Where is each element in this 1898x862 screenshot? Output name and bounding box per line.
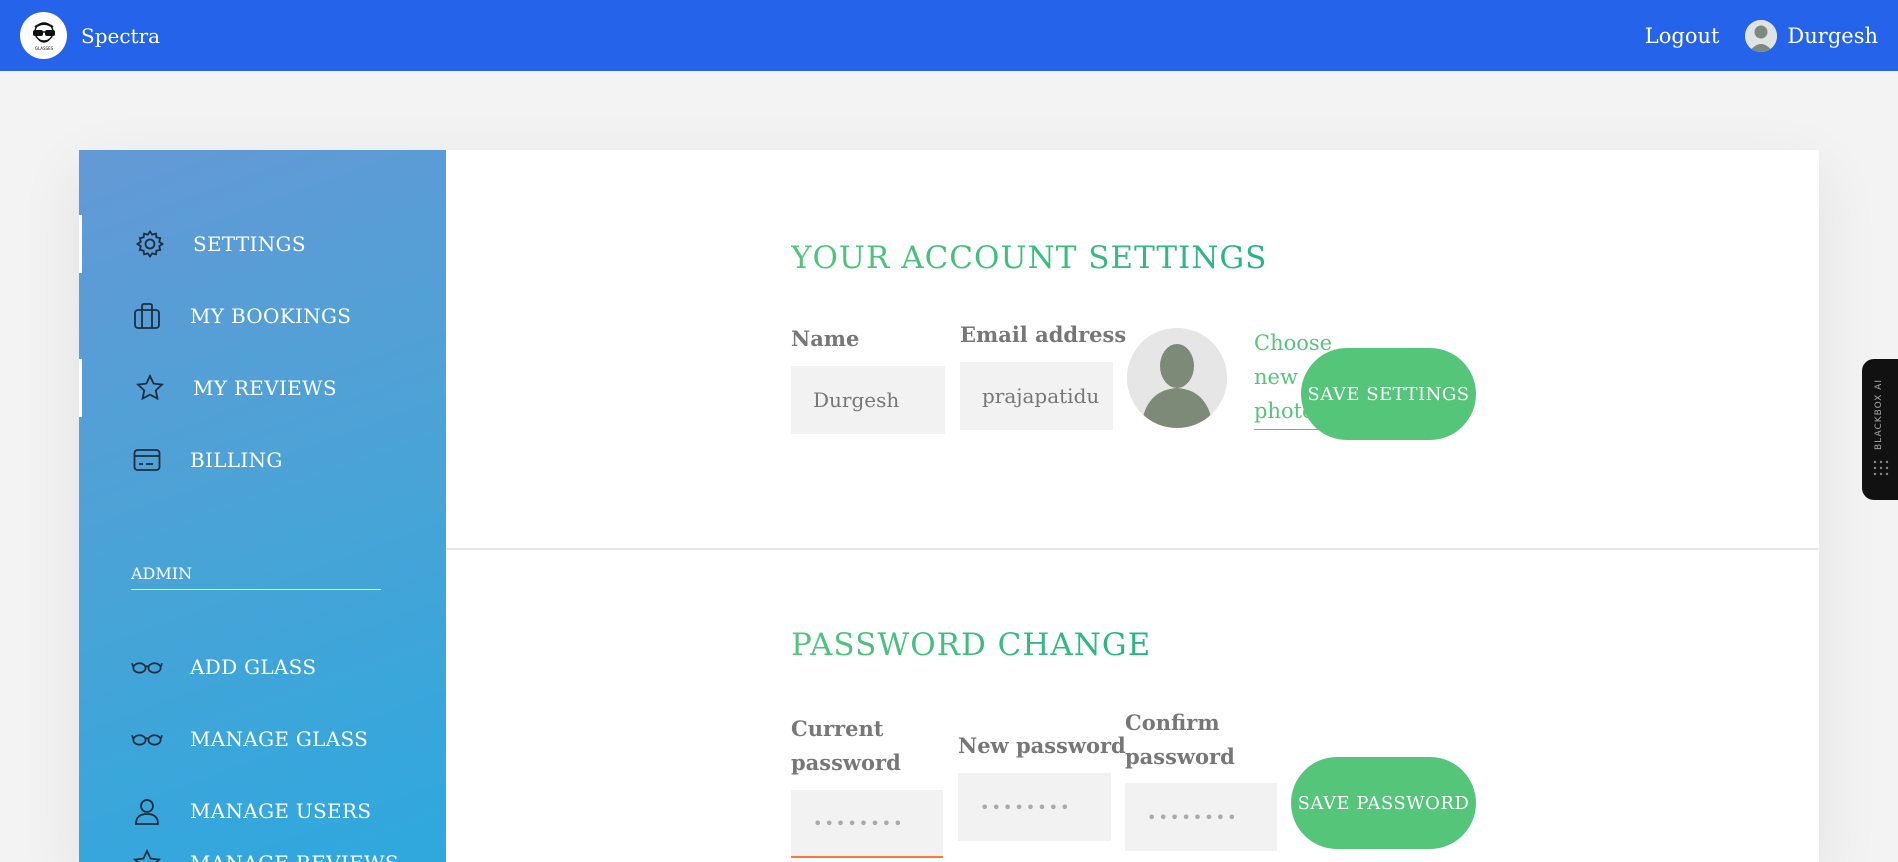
svg-text:GLASSES: GLASSES bbox=[34, 46, 53, 51]
glasses-icon bbox=[131, 651, 163, 683]
gear-icon bbox=[134, 228, 166, 260]
sidebar-item-add-glass[interactable]: ADD GLASS bbox=[79, 638, 446, 696]
user-menu[interactable]: Durgesh bbox=[1745, 19, 1878, 52]
save-settings-button[interactable]: SAVE SETTINGS bbox=[1301, 348, 1476, 440]
credit-card-icon bbox=[131, 444, 163, 476]
sidebar-item-label: MANAGE USERS bbox=[190, 799, 372, 823]
sidebar-item-label: MY REVIEWS bbox=[193, 376, 337, 400]
sidebar-item-label: MANAGE GLASS bbox=[190, 727, 369, 751]
sidebar-item-settings[interactable]: SETTINGS bbox=[79, 215, 446, 273]
sidebar: SETTINGS MY BOOKINGS MY REVIEWS BILLING … bbox=[79, 150, 446, 862]
current-password-input[interactable]: •••••••• bbox=[791, 790, 943, 858]
glasses-icon bbox=[131, 723, 163, 755]
sidebar-item-billing[interactable]: BILLING bbox=[79, 431, 446, 489]
email-input[interactable]: prajapatidu bbox=[960, 362, 1113, 430]
name-label: Name bbox=[791, 326, 860, 351]
briefcase-icon bbox=[131, 300, 163, 332]
logout-link[interactable]: Logout bbox=[1645, 24, 1720, 48]
account-settings-title: YOUR ACCOUNT SETTINGS bbox=[791, 240, 1268, 276]
top-navbar: GLASSES Spectra Logout Durgesh bbox=[0, 0, 1898, 71]
new-password-label: New password bbox=[958, 733, 1126, 758]
star-icon bbox=[131, 847, 163, 862]
star-icon bbox=[134, 372, 166, 404]
new-password-input[interactable]: •••••••• bbox=[958, 773, 1111, 841]
password-placeholder: •••••••• bbox=[1147, 807, 1239, 827]
sidebar-item-label: MANAGE REVIEWS bbox=[190, 851, 399, 862]
email-label: Email address bbox=[960, 322, 1127, 347]
confirm-password-input[interactable]: •••••••• bbox=[1125, 783, 1277, 851]
blackbox-ai-tab[interactable]: BLACKBOX AI bbox=[1862, 359, 1898, 500]
sidebar-item-label: ADD GLASS bbox=[190, 655, 317, 679]
name-input[interactable]: Durgesh bbox=[791, 366, 945, 434]
blackbox-ai-label: BLACKBOX AI bbox=[1874, 379, 1884, 450]
user-icon bbox=[131, 795, 163, 827]
password-change-title: PASSWORD CHANGE bbox=[791, 627, 1152, 663]
sidebar-item-manage-users[interactable]: MANAGE USERS bbox=[79, 782, 446, 840]
logo-icon[interactable]: GLASSES bbox=[20, 12, 67, 59]
password-placeholder: •••••••• bbox=[813, 813, 905, 833]
user-photo bbox=[1127, 328, 1227, 428]
password-placeholder: •••••••• bbox=[980, 797, 1072, 817]
sidebar-item-my-reviews[interactable]: MY REVIEWS bbox=[79, 359, 446, 417]
confirm-password-label: Confirm password bbox=[1125, 710, 1235, 769]
admin-section-label: ADMIN bbox=[131, 564, 381, 590]
avatar[interactable] bbox=[1745, 19, 1778, 52]
sidebar-item-label: SETTINGS bbox=[193, 232, 306, 256]
brand-name[interactable]: Spectra bbox=[81, 24, 160, 48]
save-password-button[interactable]: SAVE PASSWORD bbox=[1291, 757, 1476, 849]
settings-card: SETTINGS MY BOOKINGS MY REVIEWS BILLING … bbox=[79, 150, 1819, 862]
main-content: YOUR ACCOUNT SETTINGS Name Durgesh Email… bbox=[446, 150, 1819, 862]
section-divider bbox=[446, 548, 1819, 550]
brand[interactable]: GLASSES Spectra bbox=[20, 12, 160, 59]
dots-grid-icon bbox=[1873, 460, 1889, 476]
current-password-label: Current password bbox=[791, 716, 901, 775]
sidebar-item-label: MY BOOKINGS bbox=[190, 304, 352, 328]
sidebar-item-my-bookings[interactable]: MY BOOKINGS bbox=[79, 287, 446, 345]
sidebar-item-label: BILLING bbox=[190, 448, 283, 472]
sidebar-item-manage-glass[interactable]: MANAGE GLASS bbox=[79, 710, 446, 768]
user-name[interactable]: Durgesh bbox=[1787, 24, 1878, 48]
sidebar-item-manage-reviews[interactable]: MANAGE REVIEWS bbox=[79, 834, 446, 862]
